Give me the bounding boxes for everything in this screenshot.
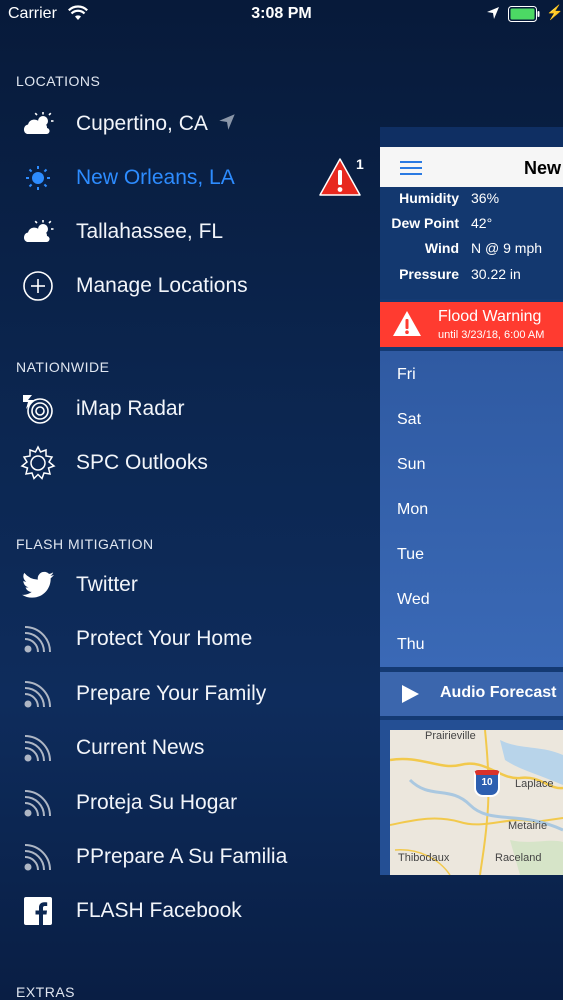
proteja-su-hogar-item[interactable]: Proteja Su Hogar	[0, 779, 370, 827]
radar-map-thumbnail[interactable]: Prairieville 10 Laplace Metairie Thiboda…	[390, 730, 563, 875]
flood-warning-banner[interactable]: Flood Warning until 3/23/18, 6:00 AM	[380, 302, 563, 347]
prepare-your-family-label: Prepare Your Family	[76, 682, 267, 705]
detail-row-humidity: Humidity 36%	[380, 190, 563, 214]
location-arrow-icon	[486, 6, 500, 25]
facebook-icon	[18, 891, 58, 931]
map-place-label: Prairieville	[425, 730, 476, 742]
panel-nav-bar: New	[380, 147, 563, 188]
detail-row-wind: Wind N @ 9 mph	[380, 240, 563, 264]
location-detail-panel[interactable]: New Humidity 36% Dew Point 42° Wind N @ …	[380, 127, 563, 875]
location-item-cupertino[interactable]: Cupertino, CA	[0, 100, 370, 148]
radar-icon	[18, 389, 58, 429]
panel-title: New	[524, 158, 562, 178]
forecast-day[interactable]: Sun	[397, 456, 425, 474]
detail-key: Pressure	[399, 266, 459, 282]
detail-key: Dew Point	[391, 215, 459, 231]
detail-row-pressure: Pressure 30.22 in	[380, 266, 563, 290]
forecast-day[interactable]: Fri	[397, 366, 416, 384]
twitter-item[interactable]: Twitter	[0, 561, 370, 609]
audio-forecast-button[interactable]: Audio Forecast	[380, 672, 563, 716]
rss-icon	[18, 674, 58, 714]
rss-icon	[18, 837, 58, 877]
battery-icon	[508, 6, 540, 22]
forecast-day[interactable]: Thu	[397, 636, 425, 654]
twitter-icon	[18, 565, 58, 605]
protect-your-home-item[interactable]: Protect Your Home	[0, 615, 370, 663]
section-header-extras: EXTRAS	[16, 984, 76, 1000]
map-container: Prairieville 10 Laplace Metairie Thiboda…	[380, 720, 563, 875]
warning-until: until 3/23/18, 6:00 AM	[438, 329, 545, 341]
map-place-label: Raceland	[495, 852, 542, 864]
forecast-day[interactable]: Mon	[397, 501, 428, 519]
manage-locations-label: Manage Locations	[76, 274, 248, 297]
spc-outlooks-label: SPC Outlooks	[76, 451, 208, 474]
detail-key: Humidity	[399, 190, 459, 206]
warning-title: Flood Warning	[438, 308, 542, 325]
location-label: New Orleans, LA	[76, 166, 235, 189]
warning-icon	[392, 310, 422, 342]
panel-top-strip	[380, 127, 563, 147]
charging-icon: ⚡	[546, 4, 563, 20]
spc-outlooks-item[interactable]: SPC Outlooks	[0, 439, 370, 487]
flash-facebook-item[interactable]: FLASH Facebook	[0, 887, 370, 935]
conditions-details: Humidity 36% Dew Point 42° Wind N @ 9 mp…	[380, 187, 563, 299]
protect-your-home-label: Protect Your Home	[76, 627, 253, 650]
location-item-tallahassee[interactable]: Tallahassee, FL	[0, 208, 370, 256]
location-label: Cupertino, CA	[76, 112, 208, 135]
detail-value: 36%	[471, 190, 500, 206]
interstate-shield: 10	[474, 770, 500, 797]
manage-locations-item[interactable]: Manage Locations	[0, 262, 370, 310]
forecast-days-list: Fri Sat Sun Mon Tue Wed Thu	[380, 351, 563, 667]
detail-value: 30.22 in	[471, 266, 521, 282]
current-location-icon	[218, 113, 236, 136]
alert-count-badge: 1	[356, 156, 364, 172]
map-place-label: Thibodaux	[398, 852, 450, 864]
rss-icon	[18, 728, 58, 768]
proteja-su-hogar-label: Proteja Su Hogar	[76, 791, 238, 814]
rss-icon	[18, 619, 58, 659]
prepare-a-su-familia-label: PPrepare A Su Familia	[76, 845, 288, 868]
location-item-new-orleans[interactable]: New Orleans, LA	[0, 154, 370, 202]
location-label: Tallahassee, FL	[76, 220, 224, 243]
current-news-label: Current News	[76, 736, 205, 759]
gear-icon	[18, 443, 58, 483]
forecast-day[interactable]: Wed	[397, 591, 430, 609]
forecast-day[interactable]: Sat	[397, 411, 421, 429]
imap-radar-label: iMap Radar	[76, 397, 185, 420]
hamburger-menu-icon[interactable]	[400, 161, 422, 179]
section-header-locations: LOCATIONS	[16, 73, 101, 89]
add-circle-icon	[18, 266, 58, 306]
map-place-label: Metairie	[508, 820, 548, 832]
detail-value: 42°	[471, 215, 493, 231]
partly-cloudy-icon	[18, 104, 58, 144]
section-header-flash-mitigation: FLASH MITIGATION	[16, 536, 154, 552]
twitter-label: Twitter	[76, 573, 138, 596]
detail-row-dew-point: Dew Point 42°	[380, 215, 563, 239]
clock: 3:08 PM	[251, 5, 312, 22]
prepare-a-su-familia-item[interactable]: PPrepare A Su Familia	[0, 833, 370, 881]
flash-facebook-label: FLASH Facebook	[76, 899, 242, 922]
status-bar: Carrier 3:08 PM ⚡	[0, 0, 563, 30]
play-icon	[400, 684, 420, 709]
audio-forecast-label: Audio Forecast	[440, 684, 557, 701]
forecast-day[interactable]: Tue	[397, 546, 424, 564]
partly-cloudy-icon	[18, 212, 58, 252]
detail-value: N @ 9 mph	[471, 240, 543, 256]
map-place-label: Laplace	[515, 778, 554, 790]
section-header-nationwide: NATIONWIDE	[16, 359, 110, 375]
prepare-your-family-item[interactable]: Prepare Your Family	[0, 670, 370, 718]
current-news-item[interactable]: Current News	[0, 724, 370, 772]
sun-icon	[18, 158, 58, 198]
rss-icon	[18, 783, 58, 823]
imap-radar-item[interactable]: iMap Radar	[0, 385, 370, 433]
detail-key: Wind	[424, 240, 459, 256]
